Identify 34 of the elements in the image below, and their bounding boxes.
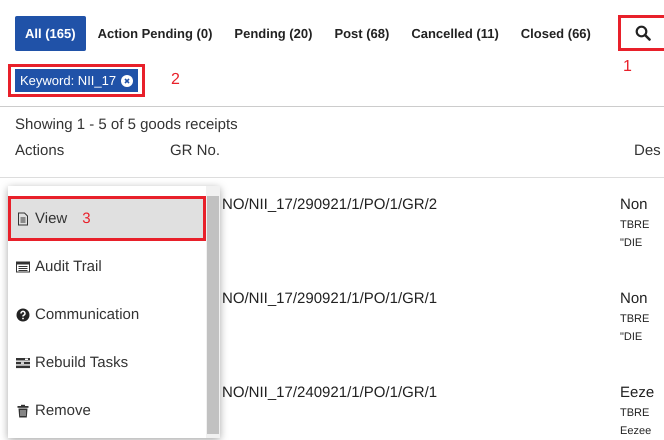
filter-tab[interactable]: All (165) — [15, 16, 86, 50]
filter-tab[interactable]: Action Pending (0) — [88, 16, 222, 50]
column-header: Des — [634, 142, 662, 161]
description-title: Eeze — [620, 384, 656, 401]
gr-number-cell-text: NO/NII_17/240921/1/PO/1/GR/1 — [222, 384, 438, 403]
keyword-filter-chip[interactable]: Keyword: NII_17 — [15, 69, 138, 92]
description-title: Non — [620, 290, 649, 307]
search-icon — [634, 25, 650, 41]
scrollbar[interactable] — [206, 186, 220, 438]
description-detail: TBRE — [620, 313, 650, 325]
question-circle-icon — [16, 308, 30, 322]
gr-number-cell-text: NO/NII_17/290921/1/PO/1/GR/2 — [222, 196, 438, 215]
filter-tab[interactable]: Post (68) — [324, 16, 400, 50]
results-summary: Showing 1 - 5 of 5 goods receipts — [14, 115, 239, 133]
description-detail: TBRE — [620, 219, 650, 231]
description-detail: TBRE — [620, 407, 650, 419]
trash-icon — [16, 404, 30, 418]
document-icon — [16, 212, 30, 226]
filter-tab[interactable]: Cancelled (11) — [401, 16, 509, 50]
filter-tab[interactable]: Closed (66) — [510, 16, 601, 50]
description-detail: "DIE — [620, 237, 644, 249]
callout-number: 2 — [171, 71, 180, 89]
remove-icon[interactable] — [121, 74, 134, 86]
gr-number-cell-text: NO/NII_17/290921/1/PO/1/GR/1 — [222, 290, 438, 309]
filter-tab[interactable]: Pending (20) — [224, 16, 322, 50]
column-header: GR No. — [170, 142, 222, 161]
menu-item[interactable]: View 3 — [8, 196, 206, 241]
column-header: Actions — [15, 142, 66, 161]
description-detail: "DIE — [620, 331, 644, 343]
description-detail: Eezee — [620, 425, 652, 437]
tasks-icon — [16, 356, 30, 370]
description-title: Non — [620, 196, 649, 213]
callout-number: 1 — [623, 58, 632, 76]
list-icon — [16, 260, 30, 274]
